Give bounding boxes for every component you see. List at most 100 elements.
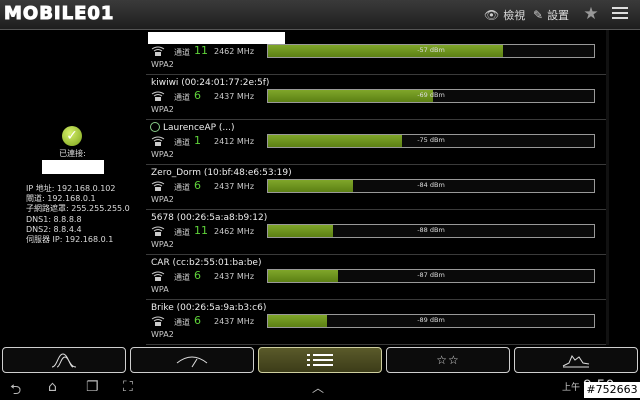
overflow-menu-icon[interactable]: [612, 7, 628, 21]
signal-dbm: -57 dBm: [417, 46, 445, 54]
chevron-up-icon[interactable]: ︿: [312, 379, 324, 396]
ap-row[interactable]: Brike (00:26:5a:9a:b3:c6) 通道 6 2437 MHz …: [146, 300, 606, 345]
signal-meter-icon: [176, 356, 208, 368]
ap-name: CAR (cc:b2:55:01:ba:be): [151, 258, 262, 268]
back-icon[interactable]: ⮌: [10, 379, 21, 400]
settings-label: 設置: [547, 9, 570, 22]
ip-address: IP 地址: 192.168.0.102: [26, 184, 116, 193]
wrench-icon: ✎: [533, 8, 544, 22]
channel-label: 通道: [174, 318, 190, 327]
system-nav-bar: ⮌ ⌂ ❐ ⛶ ︿: [0, 376, 640, 400]
signal-dbm: -87 dBm: [417, 271, 445, 279]
channel-graph-icon: [51, 353, 77, 368]
signal-dbm: -89 dBm: [417, 316, 445, 324]
security-type: WPA2: [151, 330, 174, 339]
security-type: WPA2: [151, 150, 174, 159]
security-type: WPA2: [151, 105, 174, 114]
eye-icon: 👁: [484, 8, 500, 22]
settings-button[interactable]: ✎ 設置: [533, 7, 569, 23]
connected-check-icon: ✓: [62, 126, 82, 146]
channel-label: 通道: [174, 273, 190, 282]
screenshot-icon[interactable]: ⛶: [123, 379, 133, 395]
wifi-signal-icon: [151, 271, 165, 281]
channel-number: 11: [194, 224, 208, 237]
channel-label: 通道: [174, 138, 190, 147]
signal-strength-bar: -89 dBm: [267, 314, 595, 328]
gateway: 閘道: 192.168.0.1: [26, 194, 96, 204]
frequency: 2462 MHz: [214, 227, 255, 236]
channel-label: 通道: [174, 228, 190, 237]
wifi-signal-icon: [151, 91, 165, 101]
recent-apps-icon[interactable]: ❐: [86, 379, 99, 395]
ap-list-icon: [307, 354, 333, 366]
channel-label: 通道: [174, 48, 190, 57]
ap-row[interactable]: 通道 11 2462 MHz WPA2 -57 dBm: [146, 30, 606, 75]
ap-name: LaurenceAP (...): [163, 123, 235, 133]
channel-rating-icon: ☆☆: [436, 353, 460, 367]
server-ip: 伺服器 IP: 192.168.0.1: [26, 235, 114, 245]
view-button[interactable]: 👁 檢視: [484, 7, 525, 23]
signal-strength-bar: -88 dBm: [267, 224, 595, 238]
ap-row[interactable]: CAR (cc:b2:55:01:ba:be) 通道 6 2437 MHz WP…: [146, 255, 606, 300]
ap-name: 5678 (00:26:5a:a8:b9:12): [151, 213, 268, 223]
channel-number: 6: [194, 314, 201, 327]
signal-dbm: -69 dBm: [417, 91, 445, 99]
network-details: IP 地址: 192.168.0.102 閘道: 192.168.0.1 子網路…: [26, 184, 130, 245]
signal-strength-bar: -69 dBm: [267, 89, 595, 103]
view-label: 檢視: [503, 9, 526, 22]
ap-row[interactable]: Zero_Dorm (10:bf:48:e6:53:19) 通道 6 2437 …: [146, 165, 606, 210]
security-type: WPA: [151, 285, 169, 294]
app-logo: MOBILE01: [3, 3, 115, 25]
time-graph-icon: [562, 355, 590, 368]
signal-strength-bar: -75 dBm: [267, 134, 595, 148]
channel-number: 6: [194, 269, 201, 282]
security-type: WPA2: [151, 195, 174, 204]
channel-number: 11: [194, 44, 208, 57]
channel-label: 通道: [174, 93, 190, 102]
tab-signal-meter[interactable]: [130, 347, 254, 373]
ap-name: Brike (00:26:5a:9a:b3:c6): [151, 303, 267, 313]
ap-name: Zero_Dorm (10:bf:48:e6:53:19): [151, 168, 292, 178]
star-icon[interactable]: ★: [582, 5, 600, 23]
tab-time-graph[interactable]: [514, 347, 638, 373]
wifi-signal-icon: [151, 46, 165, 56]
signal-strength-bar: -57 dBm: [267, 44, 595, 58]
frequency: 2437 MHz: [214, 317, 255, 326]
tab-ap-list[interactable]: [258, 347, 382, 373]
wifi-signal-icon: [151, 136, 165, 146]
tab-channel-rating[interactable]: ☆☆: [386, 347, 510, 373]
frequency: 2437 MHz: [214, 182, 255, 191]
channel-label: 通道: [174, 183, 190, 192]
signal-dbm: -75 dBm: [417, 136, 445, 144]
security-type: WPA2: [151, 60, 174, 69]
dns2: DNS2: 8.8.4.4: [26, 224, 82, 234]
signal-strength-bar: -87 dBm: [267, 269, 595, 283]
home-icon[interactable]: ⌂: [48, 379, 57, 395]
dns1: DNS1: 8.8.8.8: [26, 214, 82, 224]
frequency: 2437 MHz: [214, 92, 255, 101]
security-type: WPA2: [151, 240, 174, 249]
view-tabs: ☆☆: [0, 346, 640, 374]
channel-number: 6: [194, 179, 201, 192]
wifi-signal-icon: [151, 181, 165, 191]
connected-indicator-icon: [150, 122, 160, 132]
frequency: 2437 MHz: [214, 272, 255, 281]
wifi-signal-icon: [151, 226, 165, 236]
connected-label: 已連接:: [59, 149, 86, 158]
ap-list[interactable]: 通道 11 2462 MHz WPA2 -57 dBm kiwiwi (00:2…: [146, 30, 606, 345]
signal-dbm: -84 dBm: [417, 181, 445, 189]
ap-row[interactable]: 5678 (00:26:5a:a8:b9:12) 通道 11 2462 MHz …: [146, 210, 606, 255]
ap-row[interactable]: LaurenceAP (...) 通道 1 2412 MHz WPA2 -75 …: [146, 120, 606, 165]
frequency: 2412 MHz: [214, 137, 255, 146]
ssid-redacted: [148, 32, 285, 44]
ap-name: kiwiwi (00:24:01:77:2e:5f): [151, 78, 270, 88]
tab-channel-graph[interactable]: [2, 347, 126, 373]
clock-ampm: 上午: [562, 383, 581, 393]
signal-dbm: -88 dBm: [417, 226, 445, 234]
connection-panel: ✓ 已連接: IP 地址: 192.168.0.102 閘道: 192.168.…: [0, 30, 145, 345]
ap-row[interactable]: kiwiwi (00:24:01:77:2e:5f) 通道 6 2437 MHz…: [146, 75, 606, 120]
frequency: 2462 MHz: [214, 47, 255, 56]
action-bar: MOBILE01 👁 檢視 ✎ 設置 ★: [0, 0, 640, 30]
wifi-signal-icon: [151, 316, 165, 326]
scrollbar[interactable]: [606, 30, 609, 345]
